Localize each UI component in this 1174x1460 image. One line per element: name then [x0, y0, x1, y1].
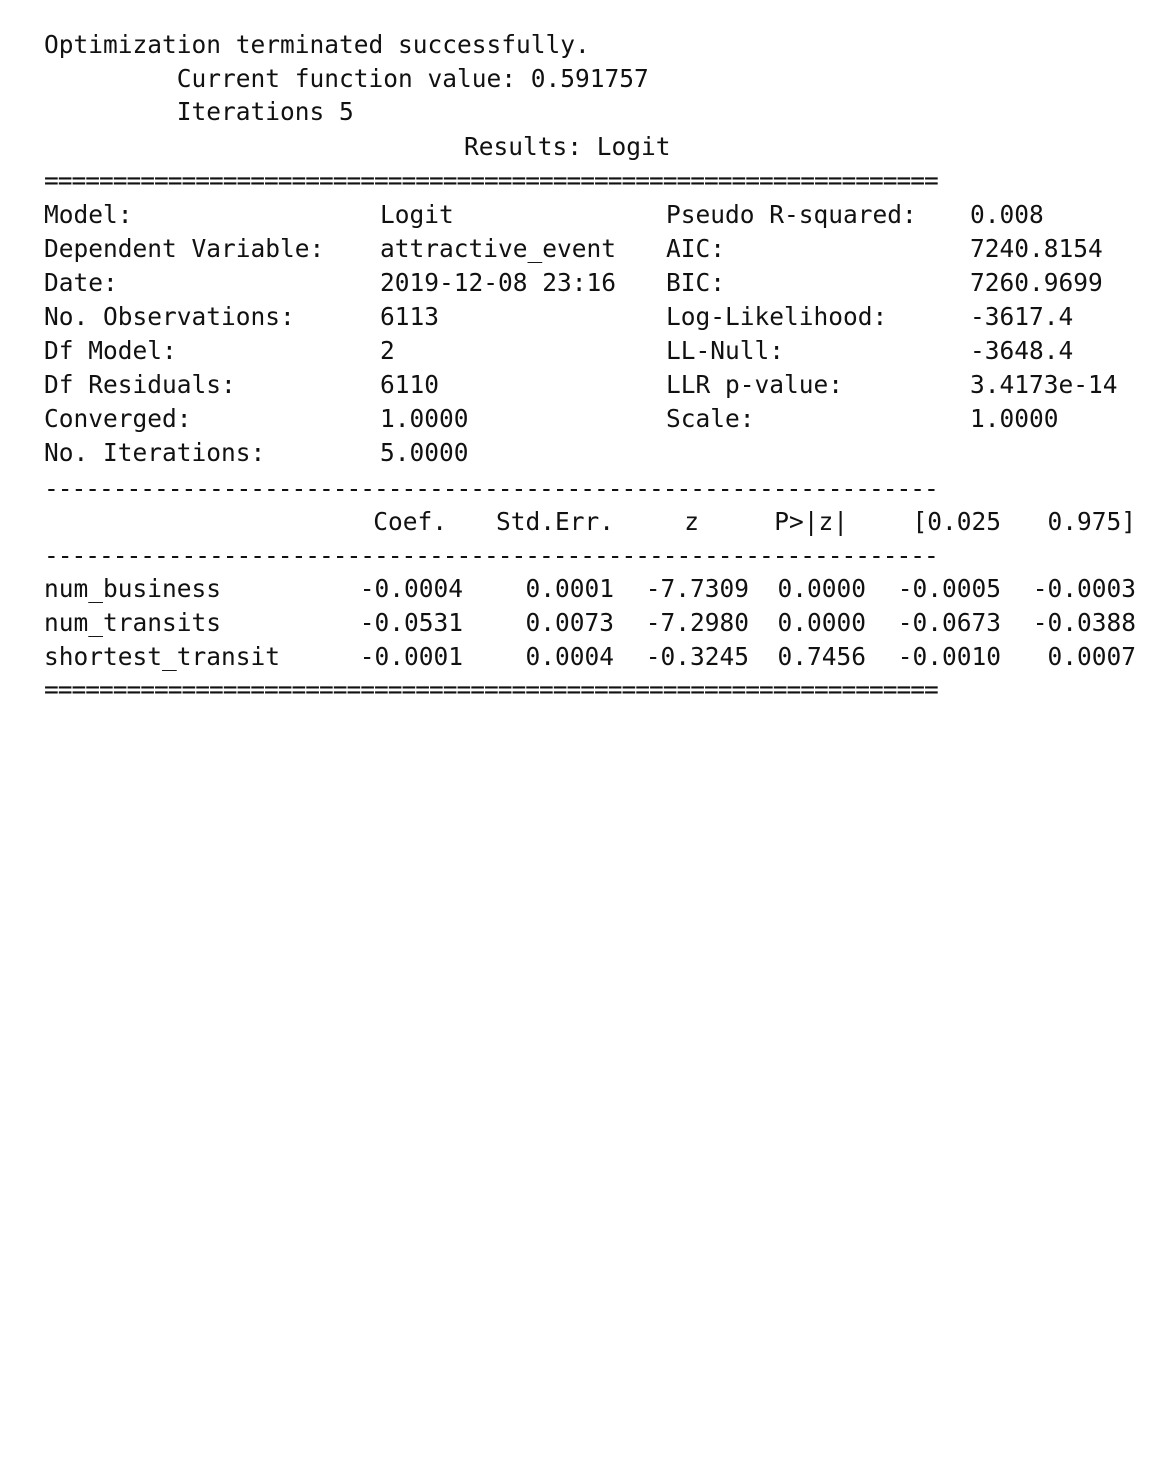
summary-label: Date: [44, 268, 118, 297]
summary-value: -3617.4 [970, 302, 1074, 331]
iterations-count: Iterations 5 [44, 97, 354, 126]
summary-value: 3.4173e-14 [970, 370, 1118, 399]
logit-results-output: Optimization terminated successfully. Cu… [0, 0, 1174, 730]
summary-value: 6113 [380, 302, 440, 331]
summary-label: Scale: [666, 404, 755, 433]
summary-value: 1.0000 [970, 404, 1059, 433]
table-cell: 0.0007 [1047, 642, 1136, 671]
summary-label: No. Observations: [44, 302, 295, 331]
single-rule: ----------------------------------------… [44, 474, 939, 503]
summary-value: 2 [380, 336, 395, 365]
summary-label: Model: [44, 200, 133, 229]
summary-label: Dependent Variable: [44, 234, 325, 263]
optimization-status: Optimization terminated successfully. [44, 30, 590, 59]
summary-label: Log-Likelihood: [666, 302, 888, 331]
summary-value: 2019-12-08 23:16 [380, 268, 617, 297]
summary-label: BIC: [666, 268, 726, 297]
table-cell: -0.0003 [1032, 574, 1136, 603]
summary-value: -3648.4 [970, 336, 1074, 365]
double-rule-top: ========================================… [44, 166, 939, 195]
summary-value: 1.0000 [380, 404, 469, 433]
summary-value: 6110 [380, 370, 440, 399]
summary-label: LL-Null: [666, 336, 785, 365]
summary-value: attractive_event [380, 234, 617, 263]
summary-value: 0.008 [970, 200, 1044, 229]
summary-value: 5.0000 [380, 438, 469, 467]
summary-label: AIC: [666, 234, 726, 263]
current-function-value: Current function value: 0.591757 [44, 64, 649, 93]
summary-value: Logit [380, 200, 454, 229]
results-title: Results: Logit [464, 132, 671, 161]
table-cell: -0.0388 [1032, 608, 1136, 637]
summary-label: Converged: [44, 404, 192, 433]
double-rule-bottom: ========================================… [44, 675, 939, 704]
summary-label: Pseudo R-squared: [666, 200, 917, 229]
summary-value: 7240.8154 [970, 234, 1103, 263]
summary-label: No. Iterations: [44, 438, 266, 467]
single-rule: ----------------------------------------… [44, 541, 939, 570]
summary-label: Df Model: [44, 336, 177, 365]
summary-label: LLR p-value: [666, 370, 844, 399]
column-header: 0.975] [1047, 507, 1136, 536]
summary-value: 7260.9699 [970, 268, 1103, 297]
summary-label: Df Residuals: [44, 370, 236, 399]
